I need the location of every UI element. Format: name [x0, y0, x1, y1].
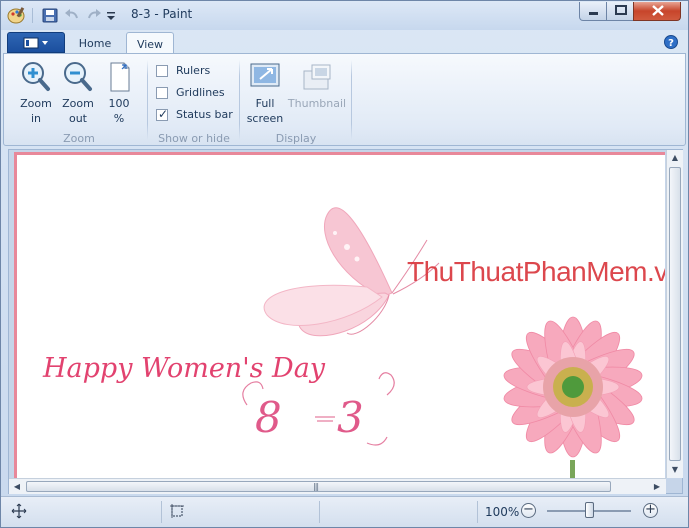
- rulers-label: Rulers: [176, 64, 211, 77]
- group-separator: [147, 60, 148, 140]
- svg-text:?: ?: [668, 38, 674, 49]
- image-canvas[interactable]: ThuThuatPhanMem.vn Happy Women's Day 8 3: [14, 152, 665, 478]
- title-bar[interactable]: 8-3 - Paint: [1, 1, 688, 30]
- zoom-group-label: Zoom: [63, 132, 95, 145]
- zoom-in-slider-button[interactable]: +: [643, 503, 658, 518]
- show-hide-group-label: Show or hide: [158, 132, 230, 145]
- ribbon-tab-row: Home View ?: [1, 30, 688, 54]
- date-three: 3: [337, 393, 364, 442]
- window-title: 8-3 - Paint: [131, 7, 193, 21]
- full-screen-label-1: Full: [255, 97, 275, 110]
- actual-size-page-icon: [110, 62, 130, 92]
- scroll-right-icon[interactable]: ▶: [649, 479, 665, 494]
- tab-view[interactable]: View: [126, 32, 174, 54]
- status-separator: [161, 501, 162, 523]
- thumbnail-label: Thumbnail: [287, 97, 347, 110]
- zoom-out-label-1: Zoom: [62, 97, 94, 110]
- group-separator: [351, 60, 352, 140]
- status-separator: [477, 501, 478, 523]
- date-eight: 8: [255, 393, 282, 442]
- scroll-up-icon[interactable]: ▲: [667, 150, 683, 166]
- cursor-position-icon: [11, 503, 27, 519]
- gridlines-checkbox-box[interactable]: [156, 87, 168, 99]
- maximize-button[interactable]: [606, 2, 634, 21]
- paint-menu-icon: [23, 37, 48, 49]
- close-button[interactable]: [633, 2, 681, 21]
- ribbon-panel: Zoom in Zoom out 100 % Zoom Rulers Gridl…: [3, 53, 686, 146]
- quick-access-separator: [32, 8, 33, 23]
- selection-size-icon: [170, 504, 184, 518]
- full-screen-button[interactable]: Full screen: [244, 59, 286, 125]
- thumbnail-button[interactable]: Thumbnail: [286, 59, 348, 110]
- zoom-out-slider-button[interactable]: −: [521, 503, 536, 518]
- customize-quick-access-chevron-icon[interactable]: [105, 7, 117, 24]
- horizontal-scrollbar[interactable]: ◀ ||| ▶: [9, 478, 666, 494]
- horizontal-scroll-thumb[interactable]: |||: [26, 481, 611, 492]
- zoom-out-label-2: out: [68, 112, 87, 125]
- minimize-icon: [589, 12, 598, 15]
- zoom-out-button[interactable]: Zoom out: [58, 59, 98, 125]
- checkmark-icon: ✓: [158, 107, 169, 121]
- thumbnail-icon: [303, 64, 331, 90]
- vertical-scroll-thumb[interactable]: [669, 167, 681, 461]
- rulers-checkbox-box[interactable]: [156, 65, 168, 77]
- zoom-in-label-1: Zoom: [20, 97, 52, 110]
- full-screen-icon: [250, 63, 280, 87]
- scroll-down-icon[interactable]: ▼: [667, 462, 683, 478]
- zoom-in-label-2: in: [30, 112, 42, 125]
- close-icon: [652, 5, 664, 16]
- undo-icon[interactable]: [63, 7, 81, 24]
- group-separator: [239, 60, 240, 140]
- zoom-in-icon: [22, 62, 50, 91]
- full-screen-label-2: screen: [246, 112, 284, 125]
- zoom-slider-thumb[interactable]: [585, 502, 594, 518]
- gridlines-label: Gridlines: [176, 86, 225, 99]
- minimize-button[interactable]: [579, 2, 607, 21]
- actual-size-label-1: 100: [108, 97, 130, 110]
- scroll-grip-icon: |||: [313, 482, 319, 491]
- redo-icon[interactable]: [85, 7, 103, 24]
- paint-menu-button[interactable]: [7, 32, 65, 53]
- status-bar-checkbox-box[interactable]: ✓: [156, 107, 169, 121]
- maximize-icon: [615, 5, 627, 15]
- actual-size-button[interactable]: 100 %: [102, 59, 136, 125]
- paint-app-icon[interactable]: [7, 6, 27, 24]
- status-bar-label: Status bar: [176, 108, 233, 121]
- greeting-text: Happy Women's Day: [43, 353, 326, 384]
- save-icon[interactable]: [41, 7, 59, 24]
- canvas-workspace: ThuThuatPhanMem.vn Happy Women's Day 8 3…: [8, 149, 683, 494]
- zoom-level-text: 100%: [485, 505, 520, 519]
- tab-home[interactable]: Home: [71, 32, 119, 54]
- status-bar: 100% − +: [1, 496, 688, 527]
- display-group-label: Display: [275, 132, 317, 145]
- zoom-in-button[interactable]: Zoom in: [16, 59, 56, 125]
- scroll-left-icon[interactable]: ◀: [9, 479, 25, 494]
- actual-size-label-2: %: [113, 112, 125, 125]
- gerbera-flower-illustration: [503, 316, 643, 478]
- paint-window: 8-3 - Paint Home View ? Zoom in Zoom out…: [0, 0, 689, 528]
- help-icon[interactable]: ?: [664, 35, 678, 49]
- vertical-scrollbar[interactable]: ▲ ▼: [666, 150, 683, 478]
- zoom-out-icon: [64, 62, 92, 91]
- status-separator: [319, 501, 320, 523]
- watermark-text: ThuThuatPhanMem.vn: [407, 256, 665, 287]
